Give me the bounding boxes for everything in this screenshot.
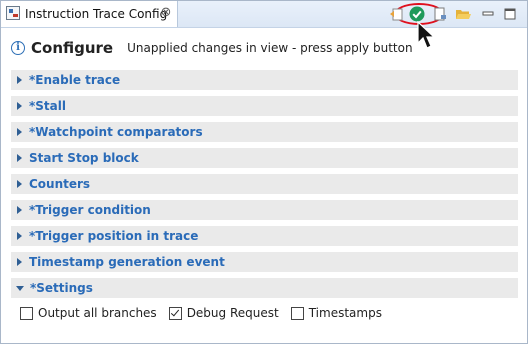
- section-label: *Settings: [30, 281, 93, 295]
- checkbox-box[interactable]: [20, 306, 33, 320]
- section-trigger-condition[interactable]: *Trigger condition: [11, 200, 518, 220]
- minimize-icon[interactable]: [479, 5, 497, 23]
- checkbox-box[interactable]: [290, 306, 304, 320]
- output-all-branches-checkbox[interactable]: Output all branches: [20, 306, 157, 320]
- collapse-arrow-icon[interactable]: [16, 285, 24, 291]
- section-label: Counters: [29, 177, 91, 191]
- expand-arrow-icon[interactable]: [17, 128, 22, 136]
- section-label: Timestamp generation event: [29, 255, 225, 269]
- status-message: Unapplied changes in view - press apply …: [127, 41, 413, 55]
- page-title: Configure: [31, 39, 114, 57]
- section-enable-trace[interactable]: *Enable trace: [11, 70, 518, 90]
- expand-arrow-icon[interactable]: [17, 154, 22, 162]
- section-start-stop-block[interactable]: Start Stop block: [11, 148, 518, 168]
- expand-arrow-icon[interactable]: [17, 206, 22, 214]
- section-trigger-position[interactable]: *Trigger position in trace: [11, 226, 518, 246]
- tab-bar: Instruction Trace Config ⊗: [1, 1, 527, 49]
- checkbox-label: Output all branches: [38, 306, 157, 320]
- timestamps-checkbox[interactable]: Timestamps: [290, 306, 382, 320]
- section-label: *Trigger position in trace: [29, 229, 199, 243]
- section-settings[interactable]: *Settings: [11, 278, 518, 298]
- section-list: *Enable trace *Stall *Watchpoint compara…: [11, 70, 518, 304]
- tab-title: Instruction Trace Config: [25, 7, 168, 21]
- expand-arrow-icon[interactable]: [17, 76, 22, 84]
- maximize-icon[interactable]: [501, 5, 519, 23]
- section-label: *Watchpoint comparators: [29, 125, 203, 139]
- section-label: *Trigger condition: [29, 203, 151, 217]
- section-timestamp-generation-event[interactable]: Timestamp generation event: [11, 252, 518, 272]
- expand-arrow-icon[interactable]: [17, 232, 22, 240]
- section-label: Start Stop block: [29, 151, 139, 165]
- mouse-cursor-icon: [417, 21, 436, 49]
- debug-request-checkbox[interactable]: Debug Request: [168, 306, 279, 320]
- expand-arrow-icon[interactable]: [17, 102, 22, 110]
- expand-arrow-icon[interactable]: [17, 258, 22, 266]
- checkbox-label: Timestamps: [308, 306, 382, 320]
- settings-options: Output all branches Debug Request Timest…: [20, 304, 394, 322]
- section-label: *Stall: [29, 99, 66, 113]
- section-watchpoint-comparators[interactable]: *Watchpoint comparators: [11, 122, 518, 142]
- open-folder-icon[interactable]: [454, 5, 472, 23]
- undo-changes-icon[interactable]: [387, 5, 405, 23]
- form-header: i Configure Unapplied changes in view - …: [11, 37, 413, 59]
- info-icon: i: [11, 41, 25, 55]
- instruction-trace-config-view: Instruction Trace Config ⊗ i Configure U…: [0, 0, 528, 344]
- section-counters[interactable]: Counters: [11, 174, 518, 194]
- checkbox-label: Debug Request: [186, 306, 279, 320]
- section-stall[interactable]: *Stall: [11, 96, 518, 116]
- checkbox-box-checked[interactable]: [168, 306, 182, 320]
- trace-config-icon: [6, 6, 20, 20]
- expand-arrow-icon[interactable]: [17, 180, 22, 188]
- close-icon[interactable]: ⊗: [159, 5, 173, 21]
- section-label: *Enable trace: [29, 73, 121, 87]
- tab-instruction-trace-config[interactable]: Instruction Trace Config ⊗: [1, 1, 178, 27]
